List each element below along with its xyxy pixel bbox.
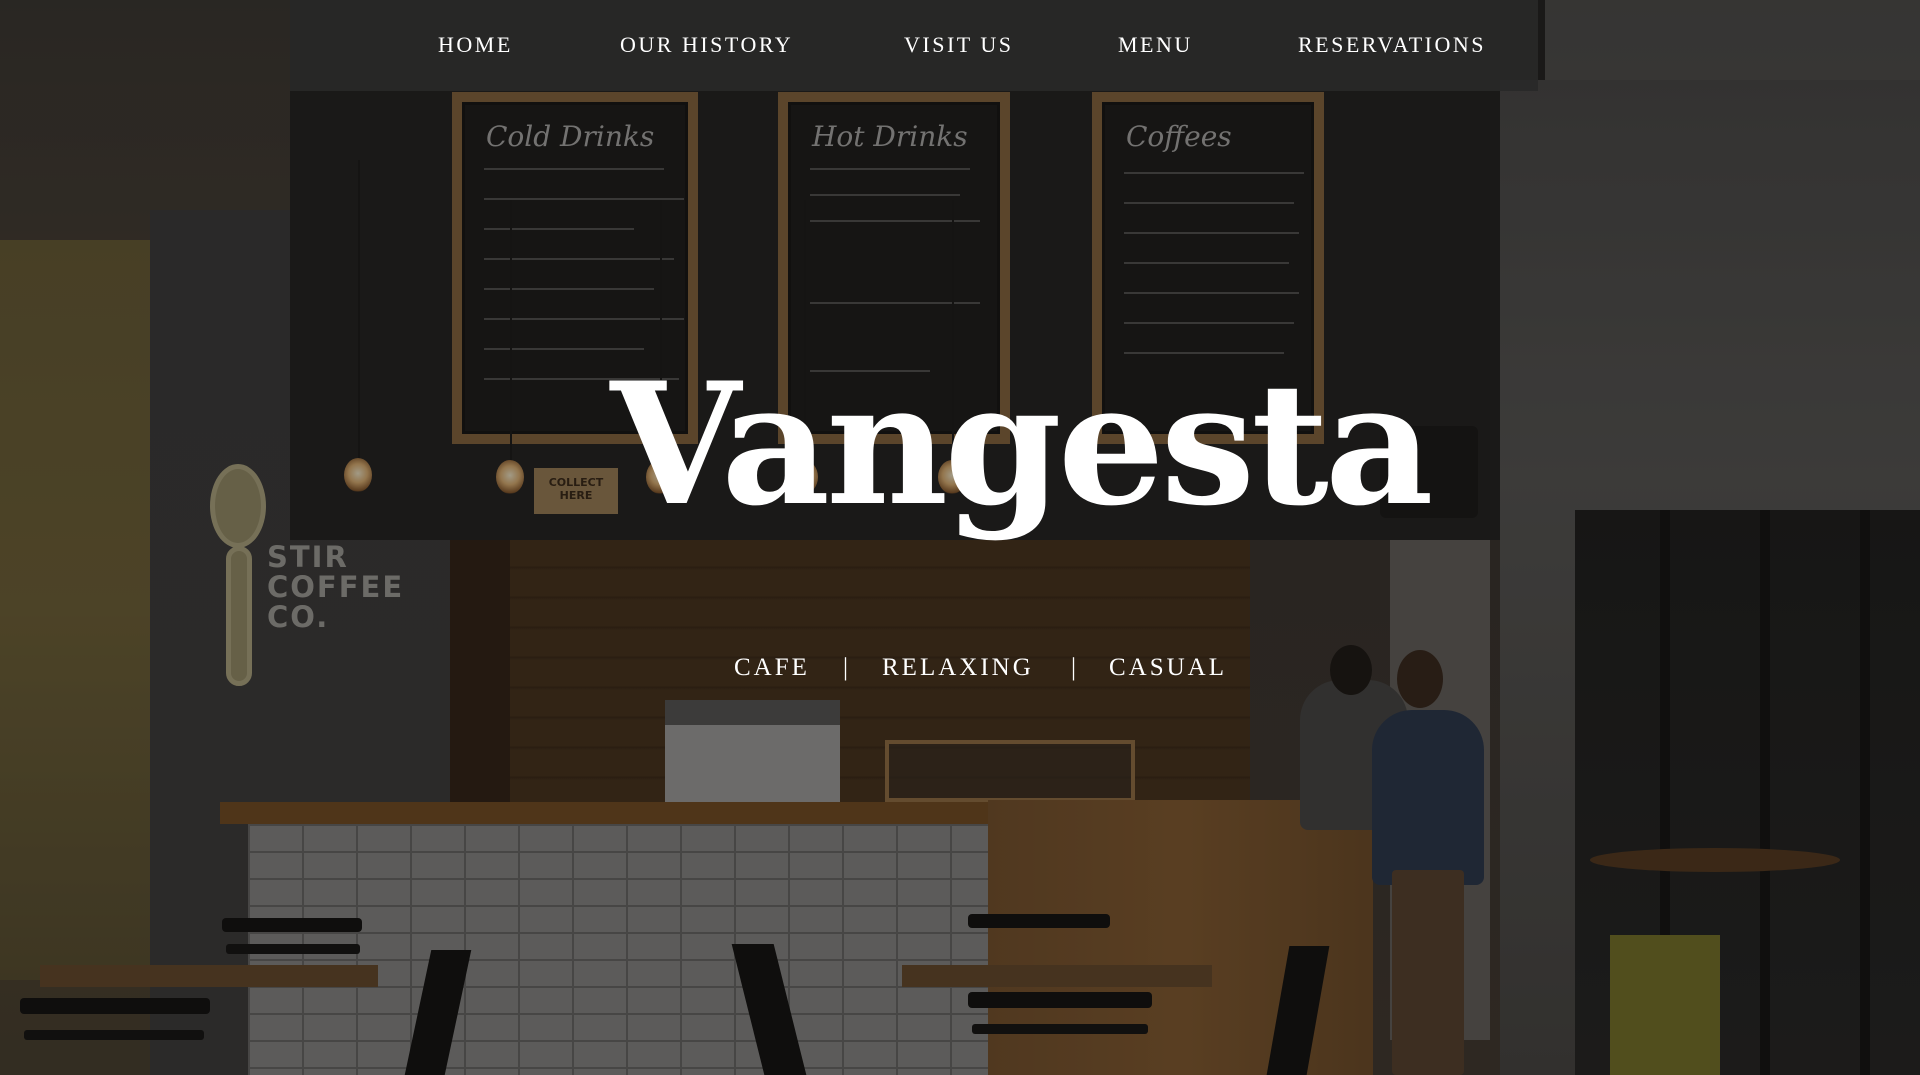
tag-separator: | [1071, 654, 1077, 681]
top-navigation: HOME OUR HISTORY VISIT US MENU RESERVATI… [290, 0, 1538, 91]
nav-our-history[interactable]: OUR HISTORY [620, 32, 793, 58]
brand-logo: Vangesta [610, 345, 1433, 543]
nav-visit-us[interactable]: VISIT US [904, 32, 1013, 58]
nav-home[interactable]: HOME [438, 32, 513, 58]
tag-cafe: CAFE [734, 654, 810, 681]
tag-separator: | [843, 654, 849, 681]
tagline: CAFE | RELAXING | CASUAL [0, 654, 1920, 690]
tag-relaxing: RELAXING [882, 654, 1034, 681]
nav-menu[interactable]: MENU [1118, 32, 1193, 58]
nav-reservations[interactable]: RESERVATIONS [1298, 32, 1486, 58]
tag-casual: CASUAL [1109, 654, 1228, 681]
